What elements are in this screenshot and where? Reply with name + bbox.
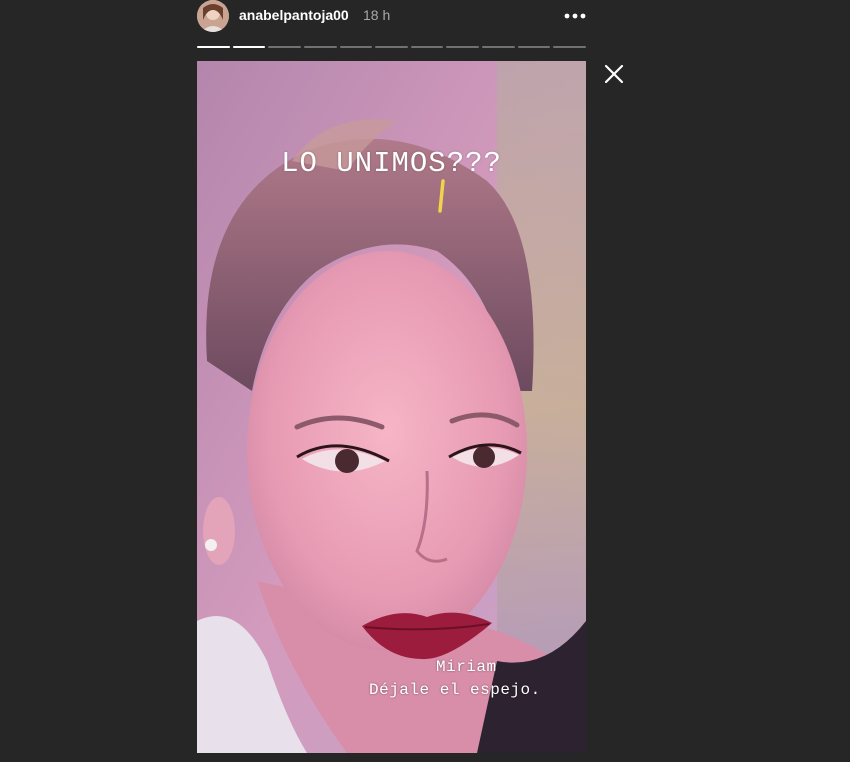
close-button[interactable] [600, 60, 628, 88]
progress-segment[interactable] [339, 46, 373, 48]
timestamp: 18 h [363, 7, 391, 23]
close-icon [604, 64, 624, 84]
progress-segment[interactable] [232, 46, 266, 48]
story-text: LO UNIMOS??? [281, 147, 502, 180]
progress-segment[interactable] [375, 46, 408, 48]
more-options-button[interactable] [546, 4, 586, 28]
progress-segment-fill [232, 46, 266, 48]
progress-segment[interactable] [446, 46, 480, 48]
progress-segment[interactable] [553, 46, 587, 48]
progress-segment[interactable] [410, 46, 444, 48]
subtitle-text: Déjale el espejo. [369, 681, 541, 699]
text-cursor [438, 179, 445, 213]
progress-segment[interactable] [517, 46, 551, 48]
progress-segment[interactable] [268, 46, 301, 48]
progress-segment[interactable] [482, 46, 515, 48]
progress-segment-fill [197, 46, 230, 48]
progress-segment[interactable] [303, 46, 337, 48]
story-header: anabelpantoja00 18 h [197, 0, 586, 32]
story-progress-bar [197, 46, 587, 48]
story-media[interactable]: LO UNIMOS??? Miriam Déjale el espejo. [197, 61, 586, 753]
subtitle-speaker: Miriam [436, 658, 497, 676]
username[interactable]: anabelpantoja00 [239, 7, 349, 23]
story-viewer: anabelpantoja00 18 h LO UNIMOS??? Miriam… [0, 0, 850, 762]
progress-segment[interactable] [197, 46, 230, 48]
avatar[interactable] [197, 0, 229, 32]
more-horizontal-icon [564, 13, 586, 19]
